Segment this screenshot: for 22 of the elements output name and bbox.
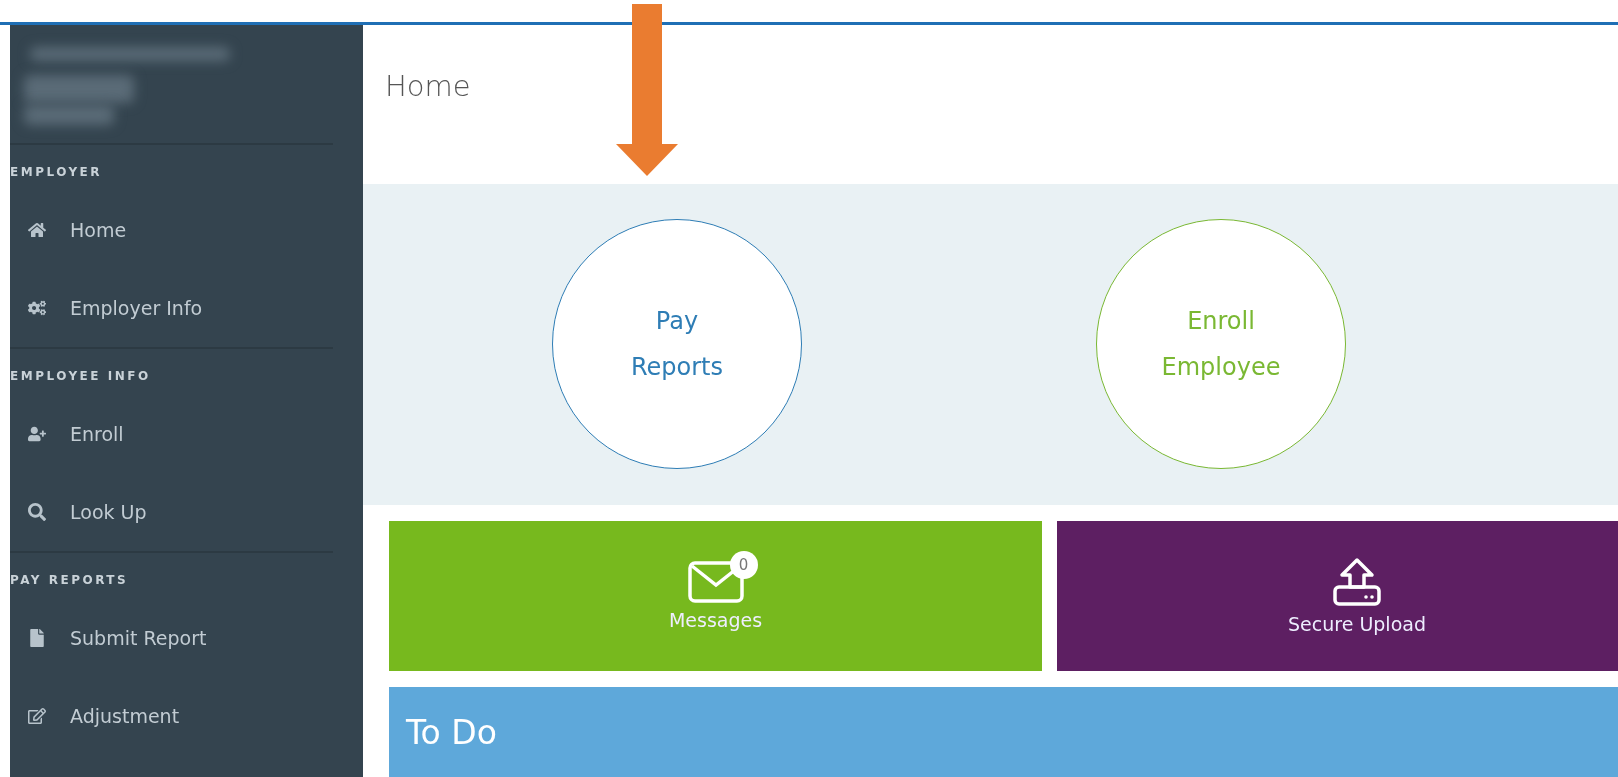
file-icon bbox=[28, 629, 46, 647]
sidebar-item[interactable]: Adjustment bbox=[10, 677, 363, 755]
count-badge: 0 bbox=[729, 551, 758, 579]
add-user-icon bbox=[28, 425, 46, 443]
shortcut-tile[interactable]: 0 Messages bbox=[389, 521, 1042, 671]
sidebar-item[interactable]: Employer Info bbox=[10, 269, 363, 347]
gears-icon bbox=[28, 299, 46, 317]
sidebar-item[interactable]: Submit Report bbox=[10, 599, 363, 677]
sidebar-item[interactable]: Look Up bbox=[10, 473, 363, 551]
section-heading: PAY REPORTS bbox=[10, 572, 130, 589]
page-title: Home bbox=[385, 69, 471, 103]
shortcut-tile[interactable]: Secure Upload bbox=[1057, 521, 1618, 671]
shortcut-circle[interactable]: Pay Reports bbox=[552, 219, 802, 470]
sidebar-item[interactable]: Enroll bbox=[10, 395, 363, 473]
todo-title: To Do bbox=[406, 712, 497, 752]
edit-file-icon bbox=[28, 707, 46, 725]
section-heading: EMPLOYEE INFO bbox=[10, 368, 152, 385]
sidebar-item[interactable]: Home bbox=[10, 191, 363, 269]
search-icon bbox=[28, 503, 46, 521]
home-icon bbox=[28, 221, 46, 239]
upload-icon bbox=[1332, 557, 1382, 607]
section-heading: EMPLOYER bbox=[10, 164, 104, 181]
